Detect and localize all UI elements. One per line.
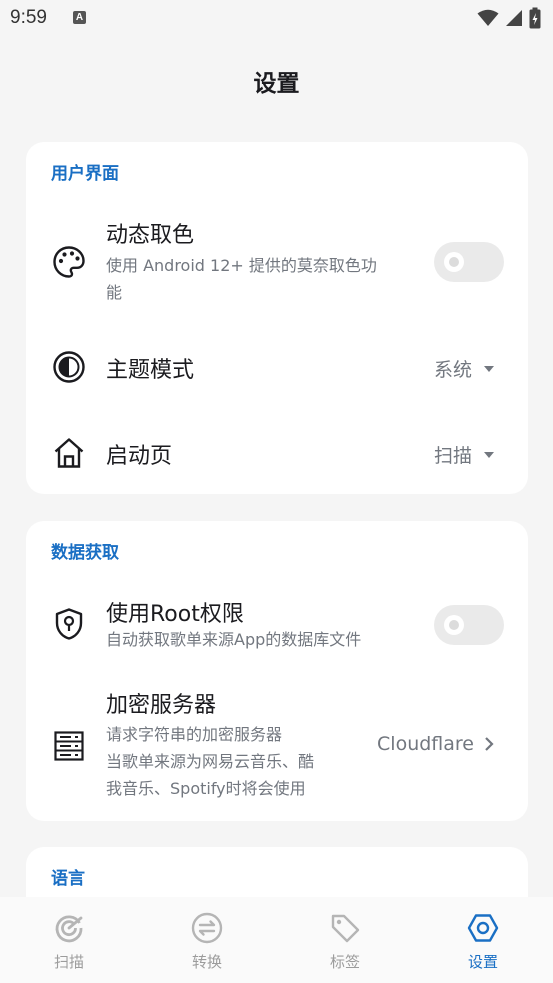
palette-icon xyxy=(53,246,85,278)
server-icon xyxy=(54,731,84,761)
encrypt-server-value-link[interactable]: Cloudflare xyxy=(377,733,494,755)
encrypt-server-title: 加密服务器 xyxy=(106,693,217,718)
cell-signal-icon xyxy=(506,10,522,26)
section-title-ui: 用户界面 xyxy=(51,164,119,184)
root-permission-title: 使用Root权限 xyxy=(106,602,244,627)
nav-item-convert[interactable]: 转换 xyxy=(138,897,276,983)
start-page-value: 扫描 xyxy=(433,445,472,467)
dynamic-color-row[interactable]: 动态取色 使用 Android 12+ 提供的莫奈取色功 能 xyxy=(26,202,528,312)
section-title-data: 数据获取 xyxy=(51,543,119,563)
switch-knob xyxy=(444,615,464,635)
theme-mode-title: 主题模式 xyxy=(106,358,195,383)
encrypt-server-row[interactable]: 加密服务器 请求字符串的加密服务器 当歌单来源为网易云音乐、酷 我音乐、Spot… xyxy=(26,681,528,811)
dropdown-caret-icon xyxy=(484,451,494,458)
theme-contrast-icon xyxy=(53,351,85,383)
theme-mode-dropdown[interactable]: 系统 xyxy=(434,355,494,382)
encrypt-server-desc-line3: 我音乐、Spotify时将会使用 xyxy=(106,779,306,798)
dynamic-color-desc-line1: 使用 Android 12+ 提供的莫奈取色功 xyxy=(106,256,377,275)
nav-item-tag[interactable]: 标签 xyxy=(276,897,414,983)
data-settings-card: 数据获取 使用Root权限 自动获取歌单来源App的数据库文件 加密服务器 请求… xyxy=(26,521,528,821)
dynamic-color-switch[interactable] xyxy=(434,242,504,282)
notification-a-icon: A xyxy=(73,11,86,24)
start-page-title: 启动页 xyxy=(106,444,173,469)
shield-key-icon xyxy=(55,608,83,640)
start-page-dropdown[interactable]: 扫描 xyxy=(434,441,494,468)
encrypt-server-description: 请求字符串的加密服务器 当歌单来源为网易云音乐、酷 我音乐、Spotify时将会… xyxy=(106,721,314,802)
ui-settings-card: 用户界面 动态取色 使用 Android 12+ 提供的莫奈取色功 能 主题模式… xyxy=(26,142,528,494)
root-permission-description: 自动获取歌单来源App的数据库文件 xyxy=(106,630,362,649)
dynamic-color-title: 动态取色 xyxy=(106,223,195,248)
convert-icon xyxy=(191,912,223,944)
dynamic-color-desc-line2: 能 xyxy=(106,283,123,302)
bottom-navigation: 扫描 转换 标签 设置 xyxy=(0,897,553,983)
theme-mode-row[interactable]: 主题模式 系统 xyxy=(26,332,528,402)
battery-icon xyxy=(529,7,541,29)
dropdown-caret-icon xyxy=(484,365,494,372)
root-permission-row[interactable]: 使用Root权限 自动获取歌单来源App的数据库文件 xyxy=(26,583,528,667)
page-title: 设置 xyxy=(253,71,300,97)
wifi-icon xyxy=(477,9,499,26)
root-permission-switch[interactable] xyxy=(434,605,504,645)
encrypt-server-value: Cloudflare xyxy=(377,733,474,755)
scan-icon xyxy=(55,915,83,943)
encrypt-server-desc-line1: 请求字符串的加密服务器 xyxy=(106,725,283,744)
nav-label-scan: 扫描 xyxy=(53,953,84,971)
status-time: 9:59 xyxy=(10,7,47,28)
switch-knob xyxy=(444,252,464,272)
nav-label-tag: 标签 xyxy=(329,953,360,971)
home-icon xyxy=(54,438,84,468)
section-title-language: 语言 xyxy=(51,869,85,889)
tag-icon xyxy=(331,914,360,943)
status-bar: 9:59 A xyxy=(0,0,553,36)
theme-mode-value: 系统 xyxy=(433,359,472,381)
settings-icon xyxy=(467,914,499,942)
nav-label-convert: 转换 xyxy=(191,953,222,971)
dynamic-color-description: 使用 Android 12+ 提供的莫奈取色功 能 xyxy=(106,252,377,306)
start-page-row[interactable]: 启动页 扫描 xyxy=(26,418,528,488)
nav-item-settings[interactable]: 设置 xyxy=(414,897,552,983)
chevron-right-icon xyxy=(485,737,494,751)
status-icons xyxy=(477,7,541,29)
encrypt-server-desc-line2: 当歌单来源为网易云音乐、酷 xyxy=(106,752,315,771)
nav-item-scan[interactable]: 扫描 xyxy=(0,897,138,983)
nav-label-settings: 设置 xyxy=(467,953,498,971)
